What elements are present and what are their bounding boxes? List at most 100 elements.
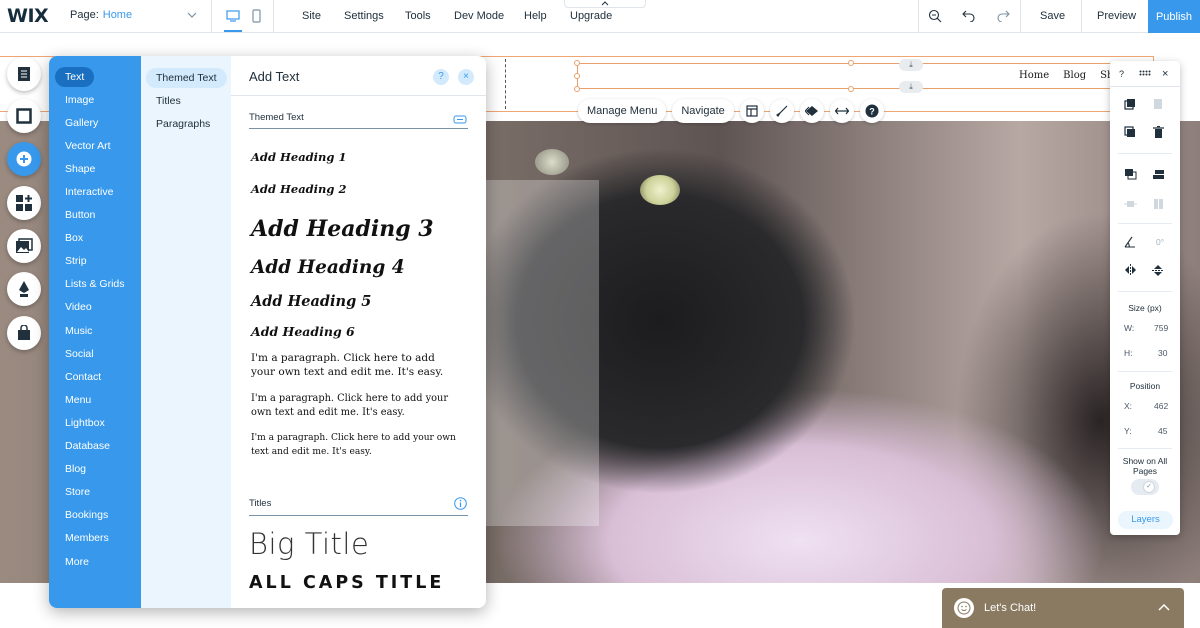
add-heading-1-item[interactable]: Add Heading 1 <box>251 150 346 164</box>
paragraph-1-item[interactable]: I'm a paragraph. Click here to add your … <box>251 351 461 379</box>
category-social[interactable]: Social <box>49 342 141 365</box>
category-box[interactable]: Box <box>49 227 141 250</box>
preview-button[interactable]: Preview <box>1097 10 1136 22</box>
copy-design-icon[interactable] <box>1123 97 1137 111</box>
height-value[interactable]: 30 <box>1158 348 1167 358</box>
all-caps-title-item[interactable]: ALL CAPS TITLE <box>249 573 444 593</box>
category-text[interactable]: Text <box>49 65 141 88</box>
category-strip[interactable]: Strip <box>49 250 141 273</box>
stretch-icon[interactable] <box>829 99 854 123</box>
duplicate-icon[interactable] <box>1123 125 1137 139</box>
background-button[interactable] <box>7 99 41 133</box>
animation-icon[interactable] <box>799 99 824 123</box>
category-members[interactable]: Members <box>49 527 141 550</box>
category-more[interactable]: More <box>49 550 141 573</box>
desktop-view-button[interactable] <box>224 7 242 25</box>
theme-settings-icon[interactable] <box>453 113 467 124</box>
rotate-angle-icon[interactable] <box>1123 235 1137 249</box>
inspector-help-button[interactable]: ? <box>1119 69 1124 79</box>
flip-vertical-icon[interactable] <box>1151 263 1165 277</box>
layout-icon[interactable] <box>739 99 764 123</box>
add-heading-2-item[interactable]: Add Heading 2 <box>251 182 346 196</box>
x-value[interactable]: 462 <box>1154 401 1168 411</box>
close-button[interactable]: × <box>458 69 474 85</box>
chevron-down-icon[interactable] <box>187 10 197 21</box>
category-video[interactable]: Video <box>49 296 141 319</box>
design-brush-icon[interactable] <box>769 99 794 123</box>
resize-handle[interactable] <box>574 60 580 66</box>
manage-menu-button[interactable]: Manage Menu <box>578 99 667 123</box>
category-vector-art[interactable]: Vector Art <box>49 134 141 157</box>
chat-widget[interactable]: Let's Chat! <box>942 588 1184 628</box>
width-value[interactable]: 759 <box>1154 323 1168 333</box>
category-lightbox[interactable]: Lightbox <box>49 411 141 434</box>
paragraph-2-item[interactable]: I'm a paragraph. Click here to add your … <box>251 392 467 420</box>
menu-tools[interactable]: Tools <box>405 10 431 22</box>
category-image[interactable]: Image <box>49 88 141 111</box>
navigate-button[interactable]: Navigate <box>672 99 734 123</box>
blog-pen-button[interactable] <box>7 272 41 306</box>
add-button[interactable] <box>7 142 41 176</box>
category-blog[interactable]: Blog <box>49 458 141 481</box>
category-music[interactable]: Music <box>49 319 141 342</box>
pages-menu-button[interactable] <box>7 57 41 91</box>
store-bag-button[interactable] <box>7 316 41 350</box>
site-menu-item-home[interactable]: Home <box>1019 70 1049 81</box>
big-title-item[interactable]: Big Title <box>249 527 369 561</box>
category-contact[interactable]: Contact <box>49 365 141 388</box>
menu-help[interactable]: Help <box>524 10 547 22</box>
undo-icon[interactable] <box>960 7 978 25</box>
category-shape[interactable]: Shape <box>49 157 141 180</box>
add-apps-button[interactable] <box>7 186 41 220</box>
download-arrow-icon[interactable]: ⤓ <box>899 59 923 71</box>
category-menu[interactable]: Menu <box>49 388 141 411</box>
save-button[interactable]: Save <box>1040 10 1065 22</box>
collapse-toolbar-tab[interactable] <box>564 0 646 8</box>
resize-handle[interactable] <box>574 86 580 92</box>
add-heading-3-item[interactable]: Add Heading 3 <box>251 216 434 242</box>
category-bookings[interactable]: Bookings <box>49 504 141 527</box>
menu-site[interactable]: Site <box>302 10 321 22</box>
mobile-view-button[interactable] <box>247 7 265 25</box>
resize-handle[interactable] <box>574 73 580 79</box>
arrange-forward-icon[interactable] <box>1123 167 1137 181</box>
add-heading-5-item[interactable]: Add Heading 5 <box>251 293 371 310</box>
subcategory-paragraphs[interactable]: Paragraphs <box>141 112 231 135</box>
y-value[interactable]: 45 <box>1158 426 1167 436</box>
category-lists-grids[interactable]: Lists & Grids <box>49 273 141 296</box>
info-icon[interactable] <box>454 497 468 510</box>
trash-icon[interactable] <box>1151 125 1165 139</box>
menu-upgrade[interactable]: Upgrade <box>570 10 612 22</box>
redo-icon[interactable] <box>994 7 1012 25</box>
site-menu-item-blog[interactable]: Blog <box>1063 70 1086 81</box>
publish-button[interactable]: Publish <box>1148 0 1200 33</box>
category-gallery[interactable]: Gallery <box>49 111 141 134</box>
resize-handle[interactable] <box>848 60 854 66</box>
subcategory-themed-text[interactable]: Themed Text <box>141 66 231 89</box>
chevron-up-icon[interactable] <box>1158 600 1170 614</box>
drag-handle-icon[interactable] <box>1139 68 1151 78</box>
menu-settings[interactable]: Settings <box>344 10 384 22</box>
add-heading-6-item[interactable]: Add Heading 6 <box>251 324 355 339</box>
category-interactive[interactable]: Interactive <box>49 180 141 203</box>
site-menu[interactable]: Home Blog Sh <box>1019 70 1113 81</box>
inspector-close-button[interactable]: × <box>1162 68 1168 80</box>
help-icon[interactable]: ? <box>859 99 884 123</box>
flip-horizontal-icon[interactable] <box>1123 263 1137 277</box>
paragraph-3-item[interactable]: I'm a paragraph. Click here to add your … <box>251 431 473 459</box>
category-store[interactable]: Store <box>49 481 141 504</box>
align-icon[interactable] <box>1151 167 1165 181</box>
media-button[interactable] <box>7 229 41 263</box>
layers-button[interactable]: Layers <box>1118 511 1173 529</box>
download-arrow-icon[interactable]: ⤓ <box>899 81 923 93</box>
rotation-value[interactable]: 0° <box>1156 237 1164 247</box>
category-database[interactable]: Database <box>49 435 141 458</box>
menu-dev-mode[interactable]: Dev Mode <box>454 10 504 22</box>
help-button[interactable]: ? <box>433 69 449 85</box>
category-button[interactable]: Button <box>49 204 141 227</box>
add-heading-4-item[interactable]: Add Heading 4 <box>251 257 405 278</box>
subcategory-titles[interactable]: Titles <box>141 89 231 112</box>
resize-handle[interactable] <box>848 86 854 92</box>
page-selector[interactable]: Page: Home <box>70 9 132 21</box>
zoom-out-icon[interactable] <box>926 7 944 25</box>
